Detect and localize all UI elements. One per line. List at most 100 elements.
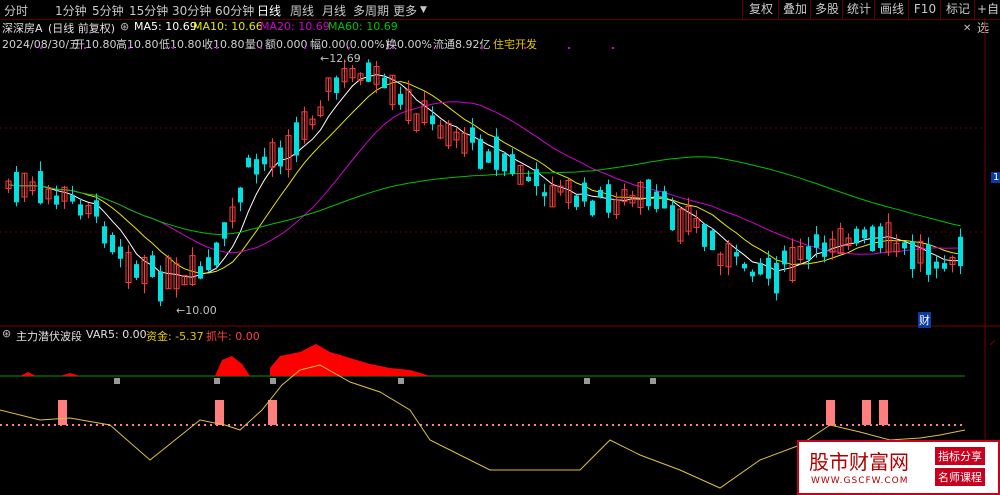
watermark-title: 股市财富网 — [809, 450, 909, 474]
candle-body — [670, 205, 675, 231]
signal-bar — [862, 400, 871, 425]
indicator-name: 主力潜伏波段 — [16, 330, 82, 343]
period-marker — [612, 47, 614, 49]
fund-area — [215, 356, 250, 376]
candle-body — [958, 236, 963, 267]
watermark-tag1: 指标分享 — [935, 447, 985, 465]
indicator-var5: VAR5: 0.00 — [86, 328, 147, 341]
gray-marker — [214, 378, 220, 384]
indicator-catch: 抓牛: 0.00 — [206, 330, 260, 343]
candle-body — [942, 263, 947, 269]
period-marker — [128, 47, 130, 49]
candle-body — [398, 93, 403, 105]
gray-marker — [114, 378, 120, 384]
period-marker — [436, 47, 438, 49]
candle-body — [494, 136, 499, 170]
candle-body — [94, 200, 99, 217]
candle-body — [246, 157, 251, 168]
candle-body — [574, 195, 579, 207]
candle-body — [38, 171, 43, 204]
period-marker — [524, 47, 526, 49]
signal-bar — [215, 400, 224, 425]
candle-body — [158, 271, 163, 302]
ma60-line — [8, 156, 961, 235]
candle-body — [758, 262, 763, 275]
candle-body — [710, 230, 715, 251]
candle-body — [870, 226, 875, 252]
candle-body — [502, 153, 507, 172]
candle-body — [654, 191, 659, 210]
gray-marker — [584, 378, 590, 384]
watermark-badge: 股市财富网 指标分享 名师课程 WWW.GSCFW.COM — [797, 440, 1000, 495]
candle-body — [478, 138, 483, 169]
candle-body — [606, 184, 611, 213]
fund-area — [60, 373, 80, 376]
candle-body — [222, 222, 227, 239]
period-marker — [172, 47, 174, 49]
ma20-line — [8, 101, 961, 255]
period-marker — [480, 47, 482, 49]
finance-badge[interactable]: 财 — [918, 312, 931, 328]
candle-body — [774, 262, 779, 294]
fund-area — [20, 372, 36, 376]
candle-body — [534, 169, 539, 187]
period-marker — [568, 47, 570, 49]
candle-body — [206, 257, 211, 271]
candle-body — [598, 189, 603, 198]
gray-marker — [650, 378, 656, 384]
candle-body — [542, 192, 547, 197]
candle-body — [526, 176, 531, 181]
fund-area — [270, 344, 430, 376]
candle-body — [486, 151, 491, 163]
period-marker — [348, 47, 350, 49]
candle-body — [134, 264, 139, 278]
candle-body — [238, 187, 243, 203]
candle-body — [382, 77, 387, 89]
close-icon[interactable]: ✕ — [963, 23, 971, 34]
candle-body — [782, 250, 787, 265]
candle-body — [54, 195, 59, 205]
kline-chart[interactable] — [0, 0, 1000, 495]
period-marker — [392, 47, 394, 49]
candlesticks — [5, 59, 963, 307]
candle-body — [110, 235, 115, 253]
candle-body — [70, 195, 75, 202]
candle-body — [278, 147, 283, 167]
candle-body — [646, 179, 651, 207]
period-marker — [260, 47, 262, 49]
candle-body — [926, 244, 931, 275]
candle-body — [198, 266, 203, 279]
candle-body — [806, 246, 811, 260]
period-marker — [304, 47, 306, 49]
candle-body — [702, 223, 707, 247]
high-price-label: ←12.69 — [320, 52, 361, 65]
candle-body — [510, 154, 515, 174]
candle-body — [862, 229, 867, 239]
watermark-tag2: 名师课程 — [935, 468, 985, 486]
candle-body — [78, 204, 83, 216]
signal-bar — [58, 400, 67, 425]
indicator-toggle-icon[interactable]: ⊛ — [2, 327, 11, 340]
candle-body — [590, 200, 595, 216]
candle-body — [14, 171, 19, 203]
candle-body — [854, 228, 859, 244]
low-price-label: ←10.00 — [176, 304, 217, 317]
candle-body — [878, 226, 883, 249]
candle-body — [934, 261, 939, 269]
period-marker — [216, 47, 218, 49]
candle-body — [766, 257, 771, 279]
candle-body — [294, 122, 299, 156]
period-marker — [40, 47, 42, 49]
candle-body — [910, 241, 915, 270]
candle-body — [118, 246, 123, 259]
candle-body — [430, 115, 435, 125]
candle-body — [814, 234, 819, 248]
signal-bar — [826, 400, 835, 425]
candle-body — [254, 159, 259, 175]
signal-bar — [879, 400, 888, 425]
candle-body — [150, 255, 155, 277]
candle-body — [262, 156, 267, 165]
gray-marker — [398, 378, 404, 384]
candle-body — [902, 242, 907, 249]
signal-bar — [268, 400, 277, 425]
